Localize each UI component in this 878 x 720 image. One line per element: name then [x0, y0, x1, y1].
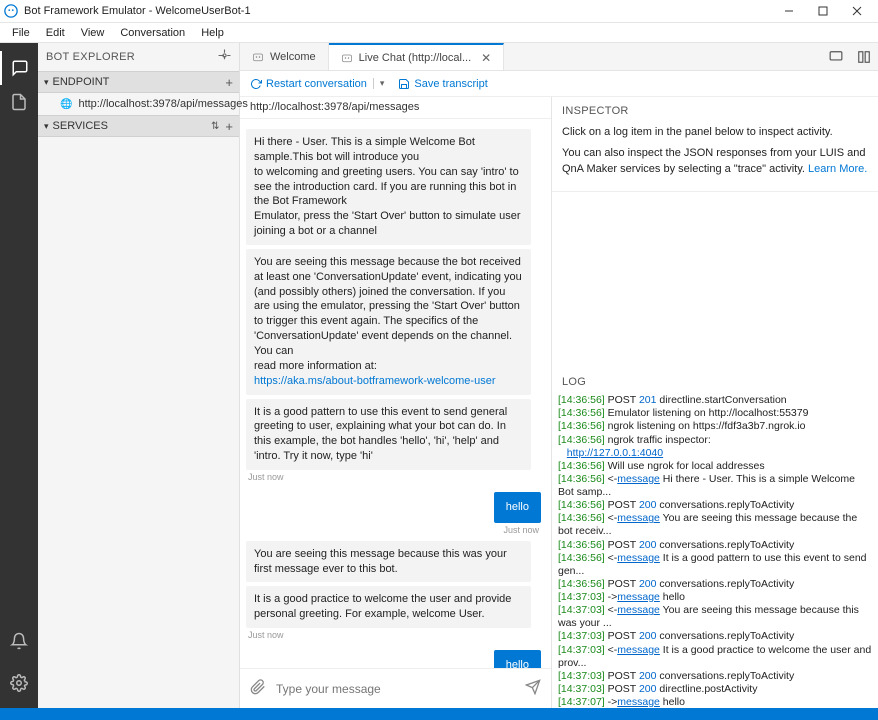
sort-icon[interactable]: ⇅ — [211, 121, 219, 132]
bot-message[interactable]: It is a good practice to welcome the use… — [246, 586, 531, 628]
add-service-icon[interactable]: + — [225, 119, 233, 134]
tab-live-chat[interactable]: Live Chat (http://local... ✕ — [329, 43, 505, 70]
chevron-down-icon[interactable]: ▾ — [373, 78, 385, 89]
window-title: Bot Framework Emulator - WelcomeUserBot-… — [24, 5, 251, 17]
log-line[interactable]: [14:37:03] POST 200 conversations.replyT… — [558, 630, 872, 643]
menu-view[interactable]: View — [73, 25, 113, 41]
right-column: INSPECTOR Click on a log item in the pan… — [552, 97, 878, 708]
chevron-down-icon: ▾ — [44, 77, 49, 88]
timestamp: Just now — [248, 525, 539, 535]
chat-input-bar — [240, 668, 551, 708]
menu-conversation[interactable]: Conversation — [112, 25, 193, 41]
titlebar: Bot Framework Emulator - WelcomeUserBot-… — [0, 0, 878, 23]
tab-bar: Welcome Live Chat (http://local... ✕ — [240, 43, 878, 71]
welcome-link[interactable]: https://aka.ms/about-botframework-welcom… — [254, 375, 495, 387]
maximize-button[interactable] — [806, 0, 840, 22]
tab-welcome[interactable]: Welcome — [240, 43, 329, 70]
log-line[interactable]: [14:36:56] <-message Hi there - User. Th… — [558, 473, 872, 499]
log-line[interactable]: [14:36:56] POST 200 conversations.replyT… — [558, 578, 872, 591]
menu-help[interactable]: Help — [193, 25, 232, 41]
restart-label: Restart conversation — [266, 78, 367, 90]
tab-welcome-label: Welcome — [270, 51, 316, 63]
log-title: LOG — [552, 372, 878, 392]
chat-endpoint: http://localhost:3978/api/messages — [240, 97, 551, 119]
bot-message[interactable]: You are seeing this message because the … — [246, 249, 531, 395]
send-icon[interactable] — [525, 679, 541, 698]
presentation-icon[interactable] — [822, 43, 850, 70]
learn-more-link[interactable]: Learn More. — [808, 163, 867, 175]
conversation-toolbar: Restart conversation ▾ Save transcript — [240, 71, 878, 97]
log-line[interactable]: [14:36:56] POST 200 conversations.replyT… — [558, 539, 872, 552]
endpoint-label: ENDPOINT — [53, 76, 226, 88]
log-line[interactable]: [14:37:03] POST 200 conversations.replyT… — [558, 670, 872, 683]
chat-icon[interactable] — [0, 51, 38, 85]
menu-file[interactable]: File — [4, 25, 38, 41]
log-line[interactable]: [14:36:56] ngrok listening on https://fd… — [558, 420, 872, 433]
close-tab-icon[interactable]: ✕ — [481, 51, 491, 65]
globe-icon: 🌐 — [60, 99, 72, 110]
inspector-panel: INSPECTOR Click on a log item in the pan… — [552, 97, 878, 192]
log-line[interactable]: [14:36:56] POST 201 directline.startConv… — [558, 394, 872, 407]
inspector-text: You can also inspect the JSON responses … — [562, 146, 868, 177]
menubar: File Edit View Conversation Help — [0, 23, 878, 43]
bot-icon — [341, 52, 353, 64]
minimize-button[interactable] — [772, 0, 806, 22]
services-label: SERVICES — [53, 120, 211, 132]
chat-messages[interactable]: Hi there - User. This is a simple Welcom… — [240, 119, 551, 668]
bot-icon — [252, 51, 264, 63]
restart-button[interactable]: Restart conversation ▾ — [250, 78, 384, 90]
user-message[interactable]: hello — [494, 492, 541, 523]
log-line[interactable]: [14:37:07] ->message hello — [558, 696, 872, 708]
log-output[interactable]: [14:36:56] POST 201 directline.startConv… — [552, 392, 878, 708]
log-line[interactable]: [14:37:03] <-message It is a good practi… — [558, 644, 872, 670]
save-icon — [398, 78, 410, 90]
log-line[interactable]: [14:37:03] <-message You are seeing this… — [558, 604, 872, 630]
message-input[interactable] — [276, 682, 515, 696]
save-transcript-button[interactable]: Save transcript — [398, 78, 487, 90]
resources-icon[interactable] — [0, 85, 38, 119]
log-line[interactable]: [14:36:56] POST 200 conversations.replyT… — [558, 499, 872, 512]
timestamp: Just now — [248, 472, 541, 482]
settings-icon[interactable] — [0, 666, 38, 700]
log-line[interactable]: [14:36:56] <-message You are seeing this… — [558, 512, 872, 538]
app-icon — [4, 4, 18, 18]
endpoint-item[interactable]: 🌐 http://localhost:3978/api/messages — [38, 93, 239, 115]
bot-explorer-sidebar: BOT EXPLORER ▾ ENDPOINT + 🌐 http://local… — [38, 43, 240, 708]
tab-live-label: Live Chat (http://local... — [359, 52, 472, 64]
save-label: Save transcript — [414, 78, 487, 90]
sidebar-title: BOT EXPLORER — [46, 51, 135, 63]
activity-bar — [0, 43, 38, 708]
restart-icon — [250, 78, 262, 90]
status-bar — [0, 708, 878, 720]
attach-icon[interactable] — [250, 679, 266, 698]
timestamp: Just now — [248, 630, 541, 640]
endpoint-section[interactable]: ▾ ENDPOINT + — [38, 71, 239, 93]
bot-message[interactable]: It is a good pattern to use this event t… — [246, 399, 531, 470]
bot-message[interactable]: You are seeing this message because this… — [246, 541, 531, 583]
log-panel: LOG [14:36:56] POST 201 directline.start… — [552, 372, 878, 708]
inspector-text: Click on a log item in the panel below t… — [562, 125, 868, 140]
log-line[interactable]: [14:36:56] <-message It is a good patter… — [558, 552, 872, 578]
log-line[interactable]: [14:37:03] POST 200 directline.postActiv… — [558, 683, 872, 696]
chat-column: http://localhost:3978/api/messages Hi th… — [240, 97, 552, 708]
notifications-icon[interactable] — [0, 624, 38, 658]
user-message[interactable]: hello — [494, 650, 541, 668]
log-line[interactable]: [14:37:03] ->message hello — [558, 591, 872, 604]
inspector-title: INSPECTOR — [562, 105, 868, 117]
services-section[interactable]: ▾ SERVICES ⇅ + — [38, 115, 239, 137]
bot-message[interactable]: Hi there - User. This is a simple Welcom… — [246, 129, 531, 245]
content-area: Welcome Live Chat (http://local... ✕ Res… — [240, 43, 878, 708]
split-icon[interactable] — [850, 43, 878, 70]
log-line[interactable]: [14:36:56] Emulator listening on http://… — [558, 407, 872, 420]
endpoint-url: http://localhost:3978/api/messages — [78, 98, 247, 110]
chevron-down-icon: ▾ — [44, 121, 49, 132]
close-button[interactable] — [840, 0, 874, 22]
add-endpoint-icon[interactable]: + — [225, 75, 233, 90]
gear-icon[interactable] — [218, 49, 231, 65]
log-line[interactable]: [14:36:56] Will use ngrok for local addr… — [558, 460, 872, 473]
menu-edit[interactable]: Edit — [38, 25, 73, 41]
log-line[interactable]: [14:36:56] ngrok traffic inspector: http… — [558, 434, 872, 460]
